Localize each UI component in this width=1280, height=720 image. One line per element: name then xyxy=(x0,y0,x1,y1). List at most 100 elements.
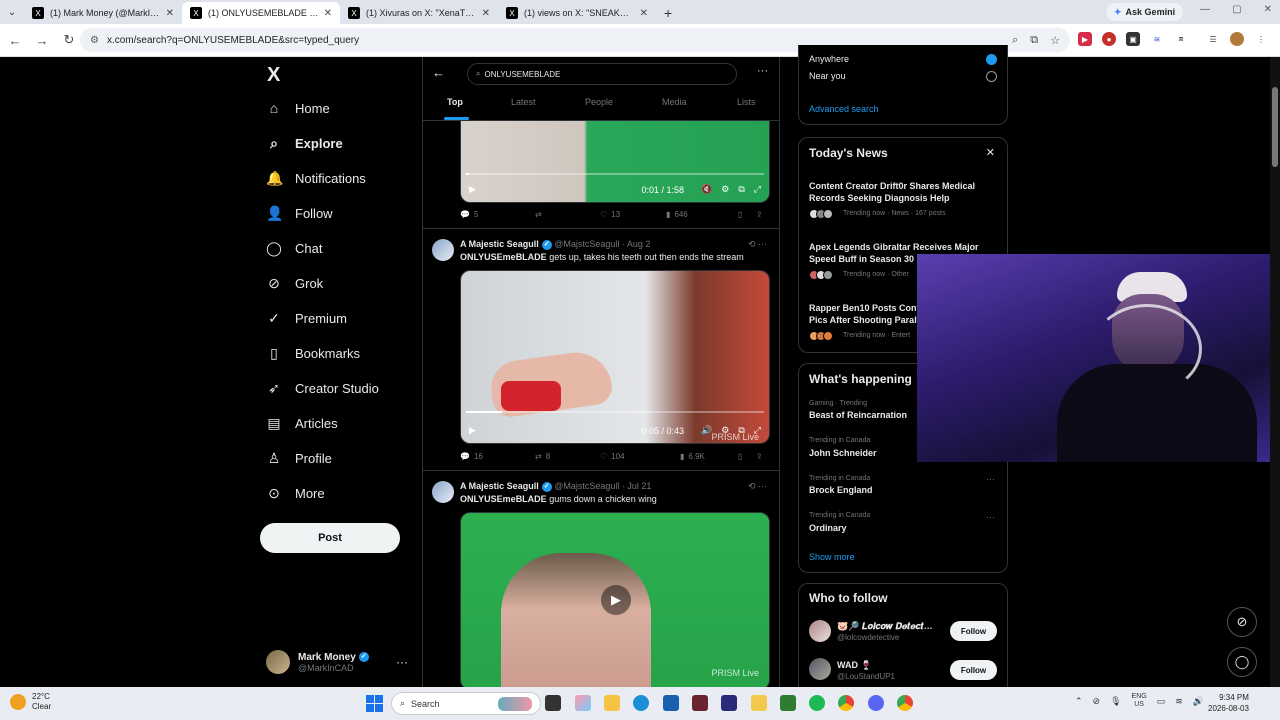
chrome-icon[interactable] xyxy=(838,695,854,711)
chrome-icon[interactable] xyxy=(897,695,913,711)
nav-item-follow[interactable]: 👤 Follow xyxy=(266,198,333,228)
account-more-icon[interactable]: ··· xyxy=(396,655,408,669)
post-more-icon[interactable]: ⟲ ··· xyxy=(748,481,767,492)
cast-icon[interactable]: ⧉ xyxy=(1030,34,1038,47)
location-near-you-radio[interactable] xyxy=(986,71,997,82)
account-switcher[interactable]: Mark Money ✓ @MarkInCAD ··· xyxy=(266,647,416,677)
news-headline[interactable]: Content Creator Drift0r Shares Medical R… xyxy=(809,180,989,204)
edge-icon[interactable] xyxy=(633,695,649,711)
post-more-icon[interactable]: ⟲ ··· xyxy=(748,239,767,250)
minimize-icon[interactable]: — xyxy=(1200,4,1210,15)
start-button[interactable] xyxy=(366,695,383,712)
wifi-icon[interactable]: ≋ xyxy=(1175,696,1183,707)
share-icon[interactable]: ⇪ xyxy=(756,452,763,461)
page-scrollbar[interactable] xyxy=(1270,57,1280,687)
puzzle-icon[interactable]: ⧈ xyxy=(1174,32,1188,46)
tab-people[interactable]: People xyxy=(585,97,613,107)
play-icon[interactable]: ▶ xyxy=(469,184,476,195)
bookmark-icon[interactable]: ▯ xyxy=(738,452,756,461)
more-options-icon[interactable]: ··· xyxy=(757,65,768,77)
video-progress-bar[interactable] xyxy=(466,173,764,175)
mute-icon[interactable]: 🔇 xyxy=(701,184,712,195)
play-icon[interactable]: ▶ xyxy=(469,425,476,436)
views-button[interactable]: ▮ 646 xyxy=(666,210,738,219)
post-author[interactable]: A Majestic Seagull ✓ @MajstcSeagull · Aug… xyxy=(460,239,650,250)
bookmark-star-icon[interactable]: ☆ xyxy=(1050,34,1060,47)
extension-icon[interactable]: ● xyxy=(1102,32,1116,46)
share-icon[interactable]: ⇪ xyxy=(756,210,763,219)
app-icon[interactable] xyxy=(751,695,767,711)
browser-tab[interactable]: X (1) views on X: "SNEAKO's ex-g ✕ xyxy=(498,2,656,24)
grok-floating-icon[interactable]: ⊘ xyxy=(1227,607,1257,637)
follow-button[interactable]: Follow xyxy=(950,621,997,641)
close-tab-icon[interactable]: ✕ xyxy=(640,8,648,19)
nav-item-grok[interactable]: ⊘ Grok xyxy=(266,268,323,298)
repost-button[interactable]: ⇄ xyxy=(535,210,600,219)
video-player[interactable]: ▶ PRISM Live xyxy=(460,512,770,687)
app-icon[interactable] xyxy=(663,695,679,711)
microphone-icon[interactable]: 🎙 xyxy=(1110,696,1121,707)
weather-widget[interactable]: 22°C Clear xyxy=(10,692,51,712)
nav-item-premium[interactable]: ✓ Premium xyxy=(266,303,347,333)
repost-button[interactable]: ⇄ 8 xyxy=(535,452,600,461)
nav-item-notifications[interactable]: 🔔 Notifications xyxy=(266,163,366,193)
ask-gemini-button[interactable]: ✦ Ask Gemini xyxy=(1106,3,1184,21)
like-button[interactable]: ♡ 104 xyxy=(600,452,680,461)
profile-avatar-icon[interactable] xyxy=(1230,32,1244,46)
reading-list-icon[interactable]: ☰ xyxy=(1206,32,1220,46)
reply-button[interactable]: 💬 16 xyxy=(460,452,535,461)
browser-tab[interactable]: X (1) Mark Money (@MarkInCAD ✕ xyxy=(24,2,182,24)
new-tab-button[interactable]: + xyxy=(656,2,680,24)
close-tab-icon[interactable]: ✕ xyxy=(324,8,332,19)
nav-item-bookmarks[interactable]: ▯ Bookmarks xyxy=(266,338,360,368)
pip-icon[interactable]: ⧉ xyxy=(738,184,744,195)
maximize-icon[interactable]: ▢ xyxy=(1232,4,1241,15)
trend-topic[interactable]: John Schneider xyxy=(809,448,877,458)
extension-icon[interactable]: ▣ xyxy=(1126,32,1140,46)
reload-icon[interactable]: ↻ xyxy=(57,32,81,48)
settings-gear-icon[interactable]: ⚙ xyxy=(721,184,729,195)
nav-item-articles[interactable]: ▤ Articles xyxy=(266,408,337,438)
video-progress-bar[interactable] xyxy=(466,411,764,413)
news-headline[interactable]: Rapper Ben10 Posts Conf Pics After Shoot… xyxy=(809,302,924,326)
reply-button[interactable]: 💬 5 xyxy=(460,210,535,219)
close-tab-icon[interactable]: ✕ xyxy=(482,8,490,19)
browser-tab-active[interactable]: X (1) ONLYUSEMEBLADE - Search ✕ xyxy=(182,2,340,24)
tab-latest[interactable]: Latest xyxy=(511,97,536,107)
follow-button[interactable]: Follow xyxy=(950,660,997,680)
discord-icon[interactable] xyxy=(868,695,884,711)
close-icon[interactable]: ✕ xyxy=(986,146,995,159)
back-icon[interactable]: ← xyxy=(3,33,27,48)
x-logo[interactable]: X xyxy=(267,64,280,87)
tab-lists[interactable]: Lists xyxy=(737,97,756,107)
post-button[interactable]: Post xyxy=(260,523,400,553)
site-info-icon[interactable]: ⚙ xyxy=(90,35,99,46)
tab-search-icon[interactable]: ⌄ xyxy=(0,0,24,24)
spotify-icon[interactable] xyxy=(809,695,825,711)
fullscreen-icon[interactable]: ⤢ xyxy=(754,184,761,195)
scrollbar-thumb[interactable] xyxy=(1272,87,1278,167)
trend-topic[interactable]: Ordinary xyxy=(809,523,847,533)
browser-tab[interactable]: X (1) Xivuras on X: "XenaTheWitc ✕ xyxy=(340,2,498,24)
tab-top[interactable]: Top xyxy=(447,97,463,107)
suggested-account-name[interactable]: 🐷🔎 𝑳𝒐𝒍𝒄𝒐𝒘 𝑫𝒆𝒕𝒆𝒄𝒕… xyxy=(837,621,933,632)
extension-icon[interactable]: ▶ xyxy=(1078,32,1092,46)
volume-icon[interactable]: 🔊 xyxy=(1193,696,1204,707)
chat-floating-icon[interactable]: ◯ xyxy=(1227,647,1257,677)
taskbar-clock[interactable]: 9:34 PM 2026-08-03 xyxy=(1208,692,1249,714)
taskbar-search-input[interactable]: ⌕ Search xyxy=(391,692,541,715)
like-button[interactable]: ♡ 13 xyxy=(600,210,666,219)
advanced-search-link[interactable]: Advanced search xyxy=(809,104,879,114)
kebab-menu-icon[interactable]: ⋮ xyxy=(1254,32,1268,46)
close-window-icon[interactable]: ✕ xyxy=(1264,4,1272,15)
display-icon[interactable]: ▭ xyxy=(1157,696,1166,707)
trend-more-icon[interactable]: ··· xyxy=(986,474,995,484)
app-icon[interactable] xyxy=(780,695,796,711)
premiere-icon[interactable] xyxy=(721,695,737,711)
tray-overflow-icon[interactable]: ⌃ xyxy=(1075,696,1083,707)
post-author[interactable]: A Majestic Seagull ✓ @MajstcSeagull · Jul… xyxy=(460,481,651,492)
language-indicator[interactable]: ENG US xyxy=(1132,693,1147,709)
nav-item-home[interactable]: ⌂ Home xyxy=(266,93,330,123)
copilot-icon[interactable] xyxy=(575,695,591,711)
trend-topic[interactable]: Brock England xyxy=(809,485,873,495)
